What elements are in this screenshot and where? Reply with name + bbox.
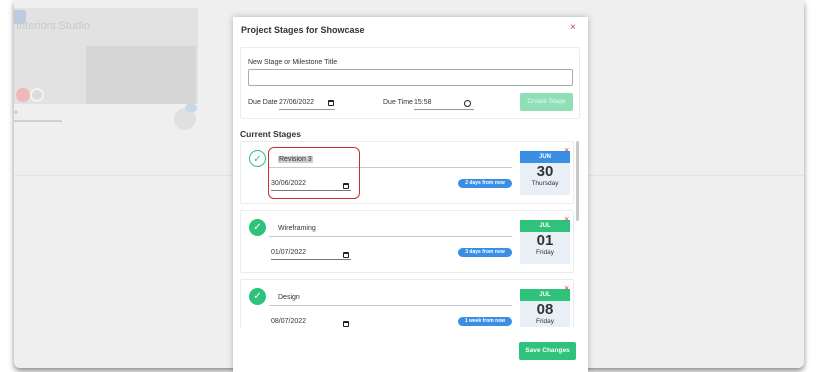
- close-icon[interactable]: ×: [570, 22, 576, 33]
- background-meta: ■: [14, 110, 18, 116]
- new-stage-form: New Stage or Milestone Title Due Date 27…: [240, 47, 580, 119]
- background-avatar: [16, 88, 30, 102]
- due-date-input[interactable]: 27/06/2022: [279, 96, 335, 110]
- due-time-input[interactable]: 15:58: [414, 96, 474, 110]
- background-fab-badge: [185, 104, 197, 112]
- stage-title-input[interactable]: Wireframing: [269, 222, 512, 237]
- date-card-month: JUN: [520, 151, 570, 163]
- calendar-icon[interactable]: [328, 100, 334, 106]
- date-card-weekday: Thursday: [531, 180, 559, 187]
- due-date-label: Due Date: [248, 99, 278, 106]
- stage-title-text: Wireframing: [278, 225, 316, 232]
- stage-card: ✓ Design 08/07/2022 1 week from now JUL …: [240, 279, 574, 327]
- background-project-card: Interiors Studio: [14, 8, 198, 104]
- new-stage-title-input[interactable]: [248, 69, 573, 86]
- project-stages-modal: Project Stages for Showcase × New Stage …: [233, 17, 588, 372]
- new-stage-label: New Stage or Milestone Title: [248, 59, 338, 66]
- date-card: JUL 01 Friday: [520, 220, 570, 264]
- stage-title-input[interactable]: Design: [269, 291, 512, 306]
- date-card-weekday: Friday: [535, 318, 555, 325]
- stages-scrollbar[interactable]: [576, 141, 579, 221]
- background-avatar: [30, 88, 44, 102]
- background-meta: ▬▬▬▬▬▬▬▬: [14, 118, 62, 124]
- calendar-icon[interactable]: [343, 321, 349, 327]
- date-card-weekday: Friday: [535, 249, 555, 256]
- date-card-month: JUL: [520, 220, 570, 232]
- due-time-value: 15:58: [414, 99, 432, 106]
- calendar-icon[interactable]: [343, 252, 349, 258]
- stage-date-input[interactable]: 01/07/2022: [271, 247, 351, 260]
- background-card-image: [86, 46, 196, 104]
- due-status-badge: 2 days from now: [458, 179, 512, 188]
- clock-icon[interactable]: [464, 100, 471, 107]
- remove-stage-icon[interactable]: ×: [564, 214, 569, 224]
- stage-card: ✓ Revision 3 30/06/2022 2 days from now …: [240, 141, 574, 204]
- stage-date-input[interactable]: 08/07/2022: [271, 316, 351, 327]
- background-card-title: Interiors Studio: [16, 20, 90, 32]
- stage-card: ✓ Wireframing 01/07/2022 3 days from now…: [240, 210, 574, 273]
- date-card: JUL 08 Friday: [520, 289, 570, 327]
- stages-list: ✓ Revision 3 30/06/2022 2 days from now …: [240, 141, 574, 327]
- remove-stage-icon[interactable]: ×: [564, 145, 569, 155]
- focus-highlight: [268, 147, 360, 199]
- date-card-day: 08: [536, 301, 554, 318]
- due-date-value: 27/06/2022: [279, 99, 315, 106]
- stage-title-text: Design: [278, 294, 300, 301]
- save-changes-button[interactable]: Save Changes: [519, 342, 576, 360]
- check-icon[interactable]: ✓: [249, 288, 266, 305]
- stage-date-value: 08/07/2022: [271, 318, 307, 325]
- create-stage-button[interactable]: Create Stage: [520, 93, 573, 111]
- date-card-month: JUL: [520, 289, 570, 301]
- date-card: JUN 30 Thursday: [520, 151, 570, 195]
- modal-title: Project Stages for Showcase: [241, 25, 365, 35]
- check-icon[interactable]: ✓: [249, 150, 266, 167]
- due-time-label: Due Time: [383, 99, 413, 106]
- stage-date-value: 01/07/2022: [271, 249, 307, 256]
- check-icon[interactable]: ✓: [249, 219, 266, 236]
- due-status-badge: 1 week from now: [458, 317, 512, 326]
- remove-stage-icon[interactable]: ×: [564, 283, 569, 293]
- due-status-badge: 3 days from now: [458, 248, 512, 257]
- date-card-day: 01: [536, 232, 554, 249]
- current-stages-heading: Current Stages: [240, 129, 301, 139]
- date-card-day: 30: [536, 163, 554, 180]
